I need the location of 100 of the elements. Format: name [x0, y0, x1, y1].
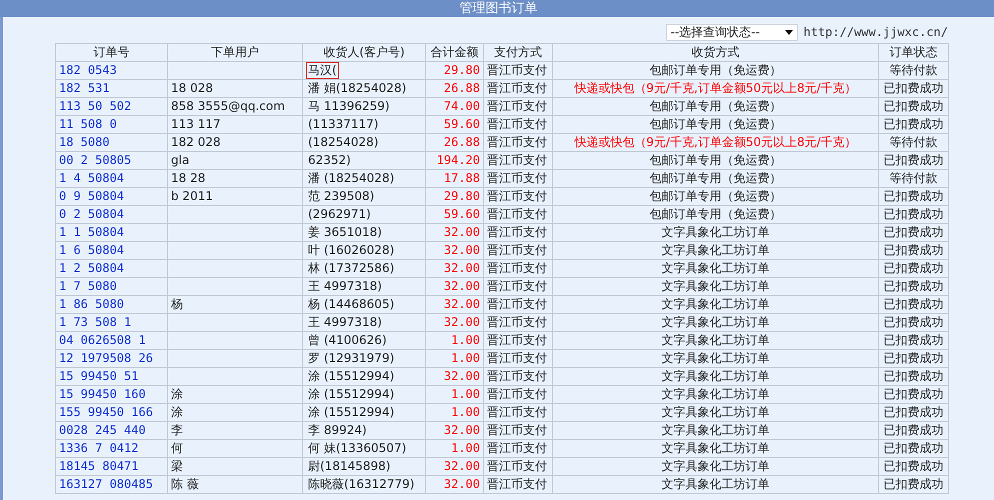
user-cell: 113 117 — [171, 117, 221, 132]
consignee-cell-text: 杨 (14468605) — [307, 296, 396, 313]
status-cell: 已扣费成功 — [884, 297, 944, 312]
status-cell: 已扣费成功 — [884, 225, 944, 240]
status-cell: 已扣费成功 — [884, 477, 944, 492]
user-cell: 18 28 — [171, 171, 206, 186]
amount-cell: 74.00 — [444, 99, 480, 114]
consignee-cell-text: (2962971) — [307, 206, 372, 223]
shipping-cell: 包邮订单专用（免运费） — [650, 171, 782, 186]
amount-cell: 32.00 — [444, 243, 480, 258]
amount-cell: 194.20 — [436, 153, 480, 168]
payment-cell: 晋江币支付 — [487, 279, 547, 294]
consignee-cell-text: 马 11396259) — [307, 98, 391, 115]
consignee-cell-text: (11337117) — [307, 116, 380, 133]
page-title: 管理图书订单 — [460, 0, 538, 17]
amount-cell: 1.00 — [451, 333, 480, 348]
payment-cell: 晋江币支付 — [487, 243, 547, 258]
column-header: 收货人(客户号) — [323, 45, 405, 59]
amount-cell: 1.00 — [451, 405, 480, 420]
status-cell: 已扣费成功 — [884, 315, 944, 330]
amount-cell: 32.00 — [444, 477, 480, 492]
payment-cell: 晋江币支付 — [487, 333, 547, 348]
user-cell: gla — [171, 153, 190, 168]
shipping-cell: 包邮订单专用（免运费） — [650, 207, 782, 222]
status-cell: 已扣费成功 — [884, 405, 944, 420]
consignee-cell-text: (18254028) — [307, 134, 380, 151]
shipping-cell: 包邮订单专用（免运费） — [650, 99, 782, 114]
payment-cell: 晋江币支付 — [487, 477, 547, 492]
status-cell: 已扣费成功 — [884, 117, 944, 132]
status-cell: 已扣费成功 — [884, 81, 944, 96]
column-header: 收货方式 — [692, 45, 740, 59]
shipping-cell: 包邮订单专用（免运费） — [650, 117, 782, 132]
column-header: 合计金额 — [430, 45, 478, 59]
shipping-cell: 文字具象化工坊订单 — [662, 333, 770, 348]
shipping-cell: 文字具象化工坊订单 — [662, 261, 770, 276]
status-filter-dropdown[interactable]: --选择查询状态-- — [666, 24, 798, 40]
shipping-cell: 文字具象化工坊订单 — [662, 369, 770, 384]
payment-cell: 晋江币支付 — [487, 135, 547, 150]
consignee-cell-text: 涂 (15512994) — [307, 386, 396, 403]
amount-cell: 32.00 — [444, 423, 480, 438]
column-header: 支付方式 — [494, 45, 542, 59]
shipping-cell: 文字具象化工坊订单 — [662, 225, 770, 240]
amount-cell: 1.00 — [451, 351, 480, 366]
payment-cell: 晋江币支付 — [487, 351, 547, 366]
payment-cell: 晋江币支付 — [487, 99, 547, 114]
status-cell: 已扣费成功 — [884, 189, 944, 204]
status-cell: 已扣费成功 — [884, 261, 944, 276]
shipping-cell: 文字具象化工坊订单 — [662, 423, 770, 438]
payment-cell: 晋江币支付 — [487, 171, 547, 186]
shipping-cell: 文字具象化工坊订单 — [662, 351, 770, 366]
status-cell: 已扣费成功 — [884, 387, 944, 402]
column-header: 订单号 — [94, 45, 130, 59]
user-cell: 梁 — [171, 459, 183, 474]
status-cell: 已扣费成功 — [884, 207, 944, 222]
status-cell: 已扣费成功 — [884, 423, 944, 438]
payment-cell: 晋江币支付 — [487, 405, 547, 420]
column-header: 下单用户 — [211, 45, 259, 59]
status-cell: 已扣费成功 — [884, 153, 944, 168]
payment-cell: 晋江币支付 — [487, 153, 547, 168]
status-cell: 等待付款 — [890, 171, 938, 186]
status-cell: 等待付款 — [890, 135, 938, 150]
shipping-cell: 文字具象化工坊订单 — [662, 477, 770, 492]
amount-cell: 1.00 — [451, 441, 480, 456]
payment-cell: 晋江币支付 — [487, 189, 547, 204]
consignee-cell-text: 叶 (16026028) — [307, 242, 396, 259]
status-cell: 已扣费成功 — [884, 369, 944, 384]
payment-cell: 晋江币支付 — [487, 441, 547, 456]
amount-cell: 1.00 — [451, 387, 480, 402]
consignee-cell-text: 潘 娟(18254028) — [307, 80, 408, 97]
consignee-cell-text: 涂 (15512994) — [307, 368, 396, 385]
payment-cell: 晋江币支付 — [487, 225, 547, 240]
shipping-cell: 文字具象化工坊订单 — [662, 459, 770, 474]
amount-cell: 32.00 — [444, 225, 480, 240]
shipping-cell: 文字具象化工坊订单 — [662, 243, 770, 258]
site-url: http://www.jjwxc.cn/ — [804, 25, 948, 39]
payment-cell: 晋江币支付 — [487, 423, 547, 438]
amount-cell: 29.80 — [444, 63, 480, 78]
payment-cell: 晋江币支付 — [487, 63, 547, 78]
shipping-cell: 文字具象化工坊订单 — [662, 405, 770, 420]
status-cell: 已扣费成功 — [884, 333, 944, 348]
user-cell: b 2011 — [171, 189, 213, 204]
shipping-cell: 快递或快包（9元/千克,订单金额50元以上8元/千克） — [574, 81, 857, 96]
consignee-cell-text: 李 89924) — [307, 422, 368, 439]
user-cell: 李 — [171, 423, 183, 438]
payment-cell: 晋江币支付 — [487, 207, 547, 222]
consignee-cell-text: 潘 (18254028) — [307, 170, 396, 187]
user-cell: 18 028 — [171, 81, 213, 96]
status-cell: 已扣费成功 — [884, 459, 944, 474]
amount-cell: 26.88 — [444, 135, 480, 150]
payment-cell: 晋江币支付 — [487, 117, 547, 132]
user-cell: 858 3555@qq.com — [171, 99, 285, 114]
status-cell: 已扣费成功 — [884, 99, 944, 114]
amount-cell: 32.00 — [444, 261, 480, 276]
amount-cell: 59.60 — [444, 207, 480, 222]
user-cell: 涂 — [171, 405, 183, 420]
shipping-cell: 包邮订单专用（免运费） — [650, 63, 782, 78]
consignee-cell-text: 王 4997318) — [307, 278, 383, 295]
shipping-cell: 文字具象化工坊订单 — [662, 441, 770, 456]
shipping-cell: 文字具象化工坊订单 — [662, 297, 770, 312]
status-cell: 已扣费成功 — [884, 441, 944, 456]
